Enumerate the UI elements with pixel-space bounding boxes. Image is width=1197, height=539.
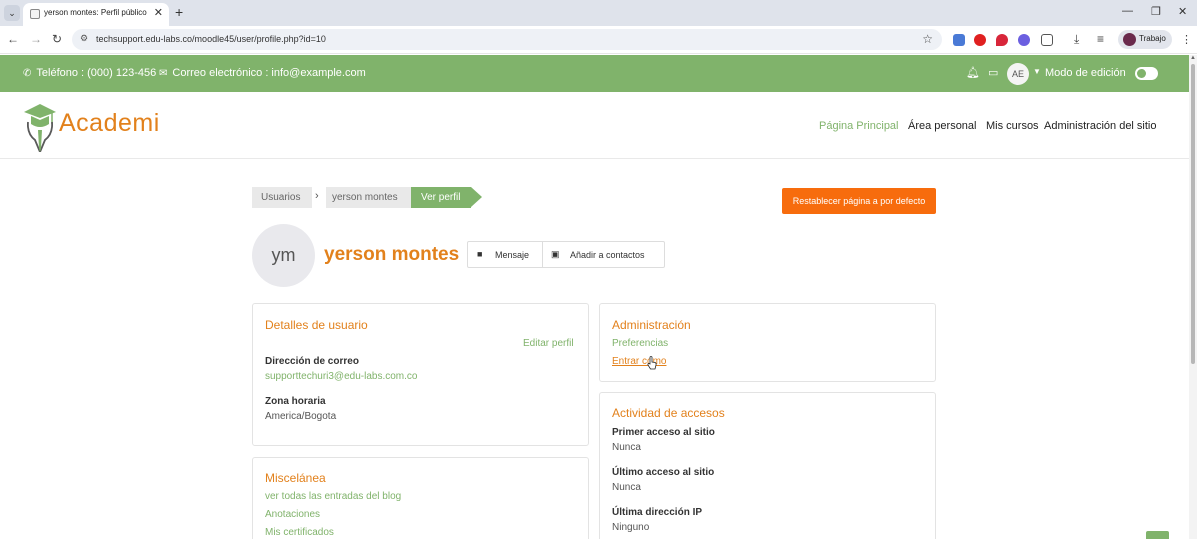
profile-avatar: ym xyxy=(252,224,315,287)
first-access-label: Primer acceso al sitio xyxy=(612,427,715,438)
email-label: Dirección de correo xyxy=(265,356,359,367)
action-divider xyxy=(542,242,543,267)
phone-icon: ✆ xyxy=(23,68,32,79)
access-activity-card: Actividad de accesos Primer acceso al si… xyxy=(599,392,936,539)
certificates-link[interactable]: Mis certificados xyxy=(265,527,334,538)
browser-menu-icon[interactable]: ⋮ xyxy=(1181,33,1192,46)
edit-mode-label: Modo de edición xyxy=(1045,67,1126,79)
nav-site-admin[interactable]: Administración del sitio xyxy=(1044,120,1157,132)
breadcrumb-current: Ver perfil xyxy=(411,187,471,208)
contact-card-icon[interactable]: ▣ xyxy=(551,249,560,260)
notifications-bell-icon[interactable]: 🔔︎ xyxy=(966,66,980,79)
site-topbar: ✆ Teléfono : (000) 123-456 ✉ Correo electr… xyxy=(0,55,1190,92)
bookmark-star-icon[interactable]: ☆ xyxy=(922,32,933,46)
edit-profile-link[interactable]: Editar perfil xyxy=(523,338,574,349)
toggle-knob xyxy=(1137,69,1146,78)
breadcrumb-users[interactable]: Usuarios xyxy=(252,187,312,208)
scrollbar-thumb[interactable] xyxy=(1191,64,1195,364)
site-header: Academi Página Principal Área personal M… xyxy=(0,92,1190,159)
back-to-top-button[interactable] xyxy=(1146,531,1169,539)
logo-text[interactable]: Academi xyxy=(59,109,160,138)
email-value-link[interactable]: supporttechuri3@edu-labs.com.co xyxy=(265,371,417,382)
favicon-icon xyxy=(30,9,40,19)
add-contact-button[interactable]: Añadir a contactos xyxy=(570,250,645,260)
timezone-label: Zona horaria xyxy=(265,396,326,407)
restore-icon[interactable]: ❐ xyxy=(1151,5,1161,18)
notes-link[interactable]: Anotaciones xyxy=(265,509,320,520)
last-access-value: Nunca xyxy=(612,482,641,493)
minimize-icon[interactable]: — xyxy=(1122,5,1133,17)
graduation-logo-icon[interactable] xyxy=(22,100,58,152)
new-tab-icon[interactable]: + xyxy=(175,4,183,20)
login-as-link[interactable]: Entrar como xyxy=(612,356,666,367)
last-access-label: Último acceso al sitio xyxy=(612,467,715,478)
address-bar[interactable]: ⚙ techsupport.edu-labs.co/moodle45/user/… xyxy=(72,29,942,50)
profile-actions: ■ Mensaje ▣ Añadir a contactos xyxy=(467,241,665,268)
profile-avatar-icon xyxy=(1123,33,1136,46)
site-info-icon[interactable]: ⚙ xyxy=(80,33,88,44)
message-button[interactable]: Mensaje xyxy=(495,250,529,260)
extension-heart-icon[interactable] xyxy=(996,34,1008,46)
user-details-title: Detalles de usuario xyxy=(265,318,368,332)
administration-card: Administración Preferencias Entrar como xyxy=(599,303,936,382)
chevron-down-icon[interactable]: ▼ xyxy=(1033,67,1041,76)
extension-calendar-icon[interactable] xyxy=(953,34,965,46)
nav-home[interactable]: Página Principal xyxy=(819,120,899,132)
misc-card: Miscelánea ver todas las entradas del bl… xyxy=(252,457,589,539)
timezone-value: America/Bogota xyxy=(265,411,337,422)
browser-window: ⌄ yerson montes: Perfil público | T ✕ + … xyxy=(0,0,1197,539)
nav-dashboard[interactable]: Área personal xyxy=(908,120,977,132)
url-text[interactable]: techsupport.edu-labs.co/moodle45/user/pr… xyxy=(96,34,326,44)
preferences-link[interactable]: Preferencias xyxy=(612,338,668,349)
reload-icon[interactable]: ↻ xyxy=(52,32,62,46)
administration-title: Administración xyxy=(612,318,691,332)
edit-mode-toggle[interactable] xyxy=(1135,67,1158,80)
nav-my-courses[interactable]: Mis cursos xyxy=(986,120,1039,132)
reset-page-button[interactable]: Restablecer página a por defecto xyxy=(782,188,936,214)
user-details-card: Detalles de usuario Editar perfil Direcc… xyxy=(252,303,589,446)
messages-icon[interactable]: ▭ xyxy=(988,66,998,79)
browser-toolbar: ← → ↻ ⚙ techsupport.edu-labs.co/moodle45… xyxy=(0,26,1197,54)
access-activity-title: Actividad de accesos xyxy=(612,406,725,420)
scroll-up-icon[interactable]: ▲ xyxy=(1190,55,1196,61)
user-menu-avatar[interactable]: AE xyxy=(1007,63,1029,85)
envelope-icon: ✉ xyxy=(159,68,168,79)
profile-label: Trabajo xyxy=(1139,34,1166,43)
phone-contact: ✆ Teléfono : (000) 123-456 xyxy=(23,67,156,79)
phone-text: Teléfono : (000) 123-456 xyxy=(36,67,157,79)
extension-opera-icon[interactable] xyxy=(974,34,986,46)
browser-tab[interactable]: yerson montes: Perfil público | T ✕ xyxy=(23,3,169,26)
first-access-value: Nunca xyxy=(612,442,641,453)
breadcrumb-separator-icon: › xyxy=(315,190,319,202)
message-icon[interactable]: ■ xyxy=(477,249,482,259)
tab-title: yerson montes: Perfil público | T xyxy=(44,8,149,17)
last-ip-value: Ninguno xyxy=(612,522,650,533)
tab-close-icon[interactable]: ✕ xyxy=(154,6,163,19)
extensions-puzzle-icon[interactable] xyxy=(1041,34,1053,46)
email-text: Correo electrónico : info@example.com xyxy=(172,67,366,79)
misc-title: Miscelánea xyxy=(265,471,326,485)
hand-cursor-icon xyxy=(647,356,657,370)
breadcrumb-arrow xyxy=(471,187,482,207)
window-close-icon[interactable]: ✕ xyxy=(1178,5,1187,18)
back-icon[interactable]: ← xyxy=(7,32,19,46)
blog-entries-link[interactable]: ver todas las entradas del blog xyxy=(265,491,401,502)
breadcrumb-user[interactable]: yerson montes xyxy=(326,187,411,208)
download-icon[interactable]: ⤓ xyxy=(1074,32,1079,47)
last-ip-label: Última dirección IP xyxy=(612,507,703,518)
page-scrollbar[interactable]: ▲ xyxy=(1189,55,1197,539)
tab-search-icon[interactable]: ⌄ xyxy=(4,5,20,21)
profile-name: yerson montes xyxy=(324,244,460,265)
browser-tabstrip: ⌄ yerson montes: Perfil público | T ✕ + … xyxy=(0,0,1197,26)
extension-circle-icon[interactable] xyxy=(1018,34,1030,46)
media-icon[interactable]: ≡ xyxy=(1097,32,1104,46)
email-contact: ✉ Correo electrónico : info@example.com xyxy=(159,67,366,79)
forward-icon[interactable]: → xyxy=(30,32,42,46)
browser-profile-button[interactable]: Trabajo xyxy=(1118,30,1172,49)
